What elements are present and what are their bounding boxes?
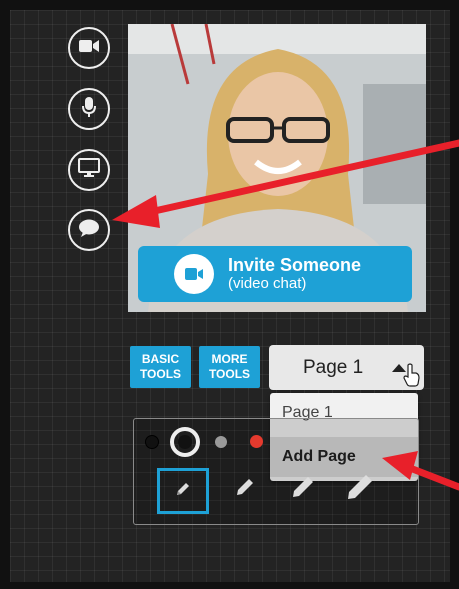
annotation-arrows [112,139,459,491]
red-arrow-to-chat [112,139,459,228]
red-arrow-to-add-page [382,451,459,491]
